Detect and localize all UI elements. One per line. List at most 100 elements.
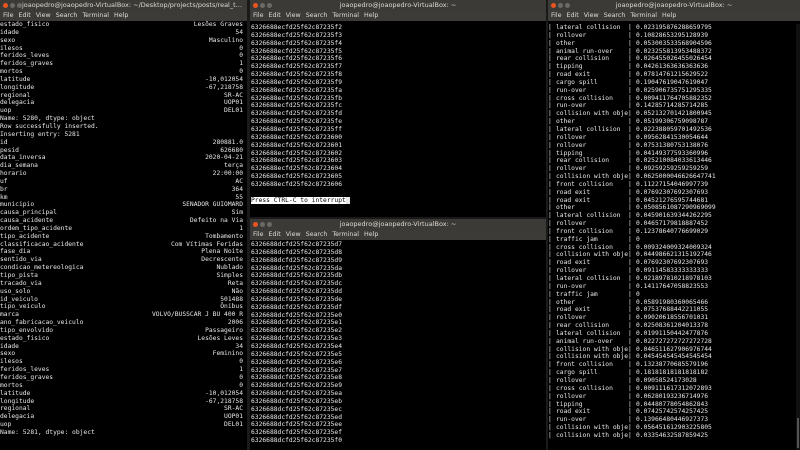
column-separator: | xyxy=(548,180,552,188)
field-name: idade xyxy=(0,28,19,36)
menu-item[interactable]: Edit xyxy=(567,12,579,19)
menu-item[interactable]: Search xyxy=(306,231,328,238)
terminal-output[interactable]: estado_fisico Lesões Graves idade 54 sexo Mas… xyxy=(0,21,247,450)
menu-item[interactable]: File xyxy=(3,12,14,19)
output-line: uop DEL01 xyxy=(0,421,247,429)
column-separator: | xyxy=(548,102,552,110)
column-separator: | xyxy=(548,141,552,149)
column-separator: | xyxy=(628,416,632,424)
field-name: ilesos xyxy=(0,44,23,52)
rate-value: 0.14117647058823553 xyxy=(636,282,709,290)
object-id-line: 6326688dcfd25f62c87235f0 xyxy=(251,437,342,445)
column-separator: | xyxy=(548,408,552,416)
rate-value: 0.00941176470588235​2 xyxy=(636,94,712,102)
object-id-line: 6326688ecfd25f62c8723606 xyxy=(251,180,342,188)
accident-type: lateral collision xyxy=(556,24,621,31)
column-separator: | xyxy=(548,314,552,322)
menu-item[interactable]: File xyxy=(253,231,264,238)
table-row: | cross collision | 0.00941176470588235​2 xyxy=(548,95,800,103)
column-separator: | xyxy=(548,125,552,133)
accident-type: traffic jam xyxy=(556,235,598,243)
accident-type: cross collision xyxy=(556,384,613,392)
terminal-window-ids-top[interactable]: joaopedro@joaopedro-VirtualBox: ~ File Ed… xyxy=(250,0,546,217)
menu-item[interactable]: Terminal xyxy=(82,12,109,19)
menu-item[interactable]: Edit xyxy=(269,12,281,19)
output-line: condicao_metereologica Nublado xyxy=(0,264,247,272)
menu-item[interactable]: View xyxy=(286,231,301,238)
window-title: joaopedro@joaopedro-VirtualBox: ~ xyxy=(339,220,457,228)
menu-item[interactable]: Search xyxy=(56,12,78,19)
scrollbar[interactable] xyxy=(796,24,800,450)
titlebar[interactable]: joaopedro@joaopedro-VirtualBox: ~/Deskto… xyxy=(0,0,247,11)
terminal-window-ids-bottom[interactable]: joaopedro@joaopedro-VirtualBox: ~ File Ed… xyxy=(250,219,546,450)
rate-value: 0.04590163934426229​5 xyxy=(636,212,712,220)
output-line: uop DEL01 xyxy=(0,107,247,115)
terminal-window-stats[interactable]: joaopedro@joaopedro-VirtualBox: ~ File Ed… xyxy=(548,0,800,450)
column-separator: | xyxy=(628,220,632,228)
menu-item[interactable]: Help xyxy=(364,231,378,238)
output-line: tipo_veiculo Ônibus xyxy=(0,303,247,311)
menu-item[interactable]: Terminal xyxy=(332,12,359,19)
column-separator: | xyxy=(628,267,632,275)
field-name: tipo_acidente xyxy=(0,232,50,240)
menu-item[interactable]: Help xyxy=(662,12,676,19)
rate-value: 0.10828653295128939 xyxy=(636,31,709,39)
field-name: tipo_veiculo xyxy=(0,303,46,311)
table-row: | road exit | 0.07692307692307693 xyxy=(548,189,800,197)
menu-item[interactable]: Terminal xyxy=(630,12,657,19)
menu-item[interactable]: Help xyxy=(114,12,128,19)
menu-item[interactable]: File xyxy=(551,12,562,19)
menu-item[interactable]: Help xyxy=(364,12,378,19)
scrollbar-thumb[interactable] xyxy=(797,418,799,448)
menu-item[interactable]: Search xyxy=(306,12,328,19)
column-separator: | xyxy=(628,353,632,361)
menu-item[interactable]: Edit xyxy=(269,231,281,238)
rate-value: 0.07814761215629522 xyxy=(636,71,709,79)
close-icon[interactable] xyxy=(3,3,8,8)
menu-item[interactable]: File xyxy=(253,12,264,19)
minimize-icon[interactable] xyxy=(10,3,15,8)
table-row: | rollover | 0.09259259259259259 xyxy=(548,165,800,173)
terminal-output[interactable]: 6326688dcfd25f62c87235d7 6326688dcfd25f62… xyxy=(250,241,546,450)
table-row: | lateral collision | 0.04590163934426229​5 xyxy=(548,212,800,220)
menu-item[interactable]: View xyxy=(286,12,301,19)
column-separator: | xyxy=(628,227,632,235)
table-row: | other | 0.05891980360065466 xyxy=(548,299,800,307)
menu-item[interactable]: Search xyxy=(604,12,626,19)
output-line: uso_solo Não xyxy=(0,288,247,296)
object-id-line: 6326688dcfd25f62c87235e8 xyxy=(251,374,342,382)
titlebar[interactable]: joaopedro@joaopedro-VirtualBox: ~ xyxy=(548,0,800,11)
column-separator: | xyxy=(548,71,552,79)
rate-value: 0.09020618556701031 xyxy=(636,314,709,322)
column-separator: | xyxy=(628,188,632,196)
object-id-line: 6326688ecfd25f62c87235f3 xyxy=(251,31,342,39)
titlebar[interactable]: joaopedro@joaopedro-VirtualBox: ~ xyxy=(250,0,546,11)
table-row: | animal run-over | 0.02272727272727272​8 xyxy=(548,338,800,346)
menu-item[interactable]: Terminal xyxy=(332,231,359,238)
field-name: longitude xyxy=(0,83,35,91)
field-name: tipo_envolvido xyxy=(0,326,54,334)
menu-item[interactable]: View xyxy=(36,12,51,19)
terminal-output[interactable]: 6326688ecfd25f62c87235f2 6326688ecfd25f62… xyxy=(250,24,546,217)
output-line: longitude -67,218758 xyxy=(0,398,247,406)
column-separator: | xyxy=(628,141,632,149)
object-id-line: 6326688ecfd25f62c87235f2 xyxy=(251,24,342,31)
object-id-line: 6326688dcfd25f62c87235e9 xyxy=(251,382,342,390)
rate-value: 0.03354632587859425 xyxy=(636,431,709,439)
output-line: ordem_tipo_acidente 1 xyxy=(0,225,247,233)
accident-type: cargo spill xyxy=(556,369,598,377)
titlebar[interactable]: joaopedro@joaopedro-VirtualBox: ~ xyxy=(250,219,546,230)
object-id-line: 6326688dcfd25f62c87235e2 xyxy=(251,327,342,335)
field-name: uop xyxy=(0,107,12,115)
menu-item[interactable]: View xyxy=(584,12,599,19)
menu-item[interactable]: Edit xyxy=(19,12,31,19)
field-name: mortos xyxy=(0,381,23,389)
field-name: uop xyxy=(0,421,12,429)
accident-type: front collision xyxy=(556,227,613,235)
output-line: km 55 xyxy=(0,194,247,202)
accident-type: tipping xyxy=(556,149,583,157)
object-id-line: 6326688dcfd25f62c87235df xyxy=(251,303,342,311)
terminal-output[interactable]: | lateral collision | 0.0231958762886597​95… xyxy=(548,24,800,450)
terminal-window-inserts[interactable]: joaopedro@joaopedro-VirtualBox: ~/Deskto… xyxy=(0,0,247,450)
